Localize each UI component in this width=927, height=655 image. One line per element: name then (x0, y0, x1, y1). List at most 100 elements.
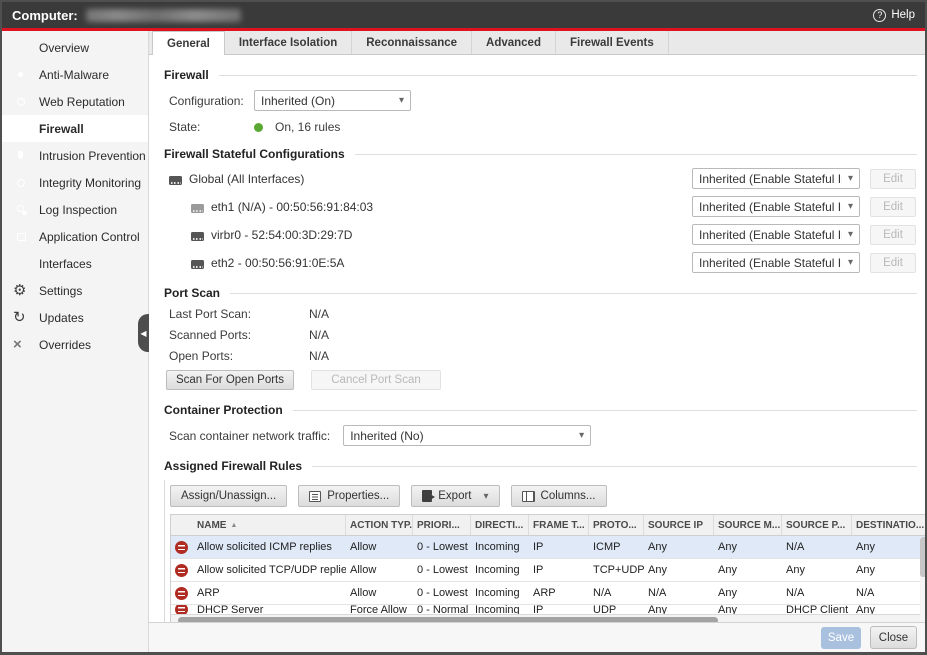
table-cell: Any (782, 559, 852, 581)
sidebar-item-overrides[interactable]: ×Overrides (2, 331, 148, 358)
port-scan-field: Open Ports:N/A (164, 349, 917, 363)
row-icon-cell (171, 605, 193, 614)
sidebar-item-anti-malware[interactable]: Anti-Malware (2, 61, 148, 88)
table-cell: 0 - Normal (413, 605, 471, 614)
sidebar-item-application-control[interactable]: Application Control (2, 223, 148, 250)
column-header-label: FRAME T... (533, 520, 585, 531)
columns-button[interactable]: Columns... (511, 485, 607, 507)
column-header-proto[interactable]: PROTO... (589, 515, 644, 535)
sidebar-item-updates[interactable]: ↻Updates (2, 304, 148, 331)
field-value: N/A (309, 328, 329, 342)
column-header-action-typ[interactable]: ACTION TYP... (346, 515, 413, 535)
column-header-directi[interactable]: DIRECTI... (471, 515, 529, 535)
table-cell: Any (644, 605, 714, 614)
firewall-rule-icon (175, 564, 188, 577)
tab-general[interactable]: General (152, 31, 225, 55)
table-row[interactable]: ARPAllow0 - LowestIncomingARPN/AN/AAnyN/… (171, 582, 925, 605)
column-header-source-m[interactable]: SOURCE M... (714, 515, 782, 535)
horizontal-scrollbar-thumb[interactable] (178, 617, 718, 623)
stateful-row-controls: Inherited (Enable Stateful Inspection)▾ E… (692, 252, 917, 273)
settings-icon: ⚙ (13, 282, 26, 299)
help-icon: ? (873, 9, 886, 22)
interfaces-icon (13, 256, 29, 272)
vertical-scrollbar-thumb[interactable] (920, 537, 925, 577)
state-label: State: (169, 120, 239, 134)
sidebar-item-log-inspection[interactable]: Log Inspection (2, 196, 148, 223)
properties-button[interactable]: Properties... (298, 485, 400, 507)
sidebar-item-intrusion-prevention[interactable]: Intrusion Prevention (2, 142, 148, 169)
column-header-priori[interactable]: PRIORI... (413, 515, 471, 535)
field-label: Last Port Scan: (169, 307, 309, 321)
save-button[interactable]: Save (821, 627, 861, 649)
column-header-name[interactable]: NAME▲ (193, 515, 346, 535)
table-row[interactable]: Allow solicited TCP/UDP repliesAllow0 - … (171, 559, 925, 582)
updates-icon: ↻ (13, 310, 29, 326)
properties-icon (309, 491, 321, 502)
general-tab-content: Firewall Configuration: Inherited (On) ▾… (149, 55, 925, 622)
edit-button[interactable]: Edit (870, 197, 916, 217)
sidebar-collapse-handle[interactable]: ◀ (138, 314, 149, 352)
sidebar-item-label: Anti-Malware (39, 68, 109, 82)
table-row[interactable]: Allow solicited ICMP repliesAllow0 - Low… (171, 536, 925, 559)
field-label: Scanned Ports: (169, 328, 309, 342)
table-cell: Allow (346, 559, 413, 581)
web-reputation-icon (13, 94, 29, 110)
tab-reconnaissance[interactable]: Reconnaissance (352, 31, 472, 54)
sidebar-item-overview[interactable]: Overview (2, 34, 148, 61)
edit-button[interactable]: Edit (870, 253, 916, 273)
container-section-heading: Container Protection (164, 403, 917, 417)
table-cell: 0 - Lowest (413, 536, 471, 558)
column-header-label: DIRECTI... (475, 520, 523, 531)
stateful-inspection-dropdown[interactable]: Inherited (Enable Stateful Inspection)▾ (692, 224, 860, 245)
sidebar-item-settings[interactable]: ⚙ Settings (2, 277, 148, 304)
configuration-label: Configuration: (169, 94, 239, 108)
column-header-label: PROTO... (593, 520, 637, 531)
firewall-section-heading: Firewall (164, 68, 917, 82)
container-traffic-dropdown[interactable]: Inherited (No) ▾ (343, 425, 591, 446)
table-cell: N/A (852, 582, 925, 604)
sidebar-item-label: Firewall (39, 122, 84, 136)
sidebar-item-label: Web Reputation (39, 95, 125, 109)
firewall-configuration-dropdown[interactable]: Inherited (On) ▾ (254, 90, 411, 111)
assign-unassign-button[interactable]: Assign/Unassign... (170, 485, 287, 507)
close-button[interactable]: Close (870, 626, 917, 649)
table-cell: N/A (782, 582, 852, 604)
export-button[interactable]: Export▾ (411, 485, 499, 507)
sidebar-item-label: Settings (39, 284, 82, 298)
stateful-inspection-dropdown[interactable]: Inherited (Enable Stateful Inspection)▾ (692, 196, 860, 217)
tab-interface-isolation[interactable]: Interface Isolation (225, 31, 352, 54)
tab-bar: GeneralInterface IsolationReconnaissance… (149, 31, 925, 55)
sidebar-item-firewall[interactable]: Firewall (2, 115, 148, 142)
updates-icon: ↻ (13, 309, 26, 326)
table-row[interactable]: DHCP ServerForce Allow0 - NormalIncoming… (171, 605, 925, 614)
scan-for-open-ports-button[interactable]: Scan For Open Ports (166, 370, 294, 390)
sidebar-item-integrity-monitoring[interactable]: Integrity Monitoring (2, 169, 148, 196)
vertical-scrollbar[interactable] (920, 537, 925, 622)
network-interface-icon (191, 204, 204, 213)
chevron-down-icon: ▾ (484, 491, 489, 502)
sidebar-item-interfaces[interactable]: Interfaces (2, 250, 148, 277)
column-header-source-p[interactable]: SOURCE P... (782, 515, 852, 535)
horizontal-scrollbar[interactable] (171, 614, 925, 622)
help-button[interactable]: ? Help (873, 9, 915, 22)
column-header-destinatio[interactable]: DESTINATIO... (852, 515, 925, 535)
sidebar-item-label: Integrity Monitoring (39, 176, 141, 190)
sidebar-item-web-reputation[interactable]: Web Reputation (2, 88, 148, 115)
table-cell: Allow (346, 582, 413, 604)
cancel-port-scan-button[interactable]: Cancel Port Scan (311, 370, 441, 390)
overview-icon (13, 40, 29, 56)
stateful-inspection-dropdown[interactable]: Inherited (Enable Stateful Inspection)▾ (692, 168, 860, 189)
column-header-frame-t[interactable]: FRAME T... (529, 515, 589, 535)
interface-label: Global (All Interfaces) (169, 172, 304, 186)
edit-button[interactable]: Edit (870, 169, 916, 189)
tab-advanced[interactable]: Advanced (472, 31, 556, 54)
stateful-inspection-dropdown[interactable]: Inherited (Enable Stateful Inspection)▾ (692, 252, 860, 273)
edit-button[interactable]: Edit (870, 225, 916, 245)
tab-firewall-events[interactable]: Firewall Events (556, 31, 669, 54)
chevron-left-icon: ◀ (140, 329, 146, 338)
column-header-source-ip[interactable]: SOURCE IP (644, 515, 714, 535)
network-interface-icon (169, 176, 182, 185)
column-header-label: SOURCE IP (648, 520, 703, 531)
toolbar-button-label: Assign/Unassign... (181, 490, 276, 502)
table-cell: Allow solicited TCP/UDP replies (193, 559, 346, 581)
